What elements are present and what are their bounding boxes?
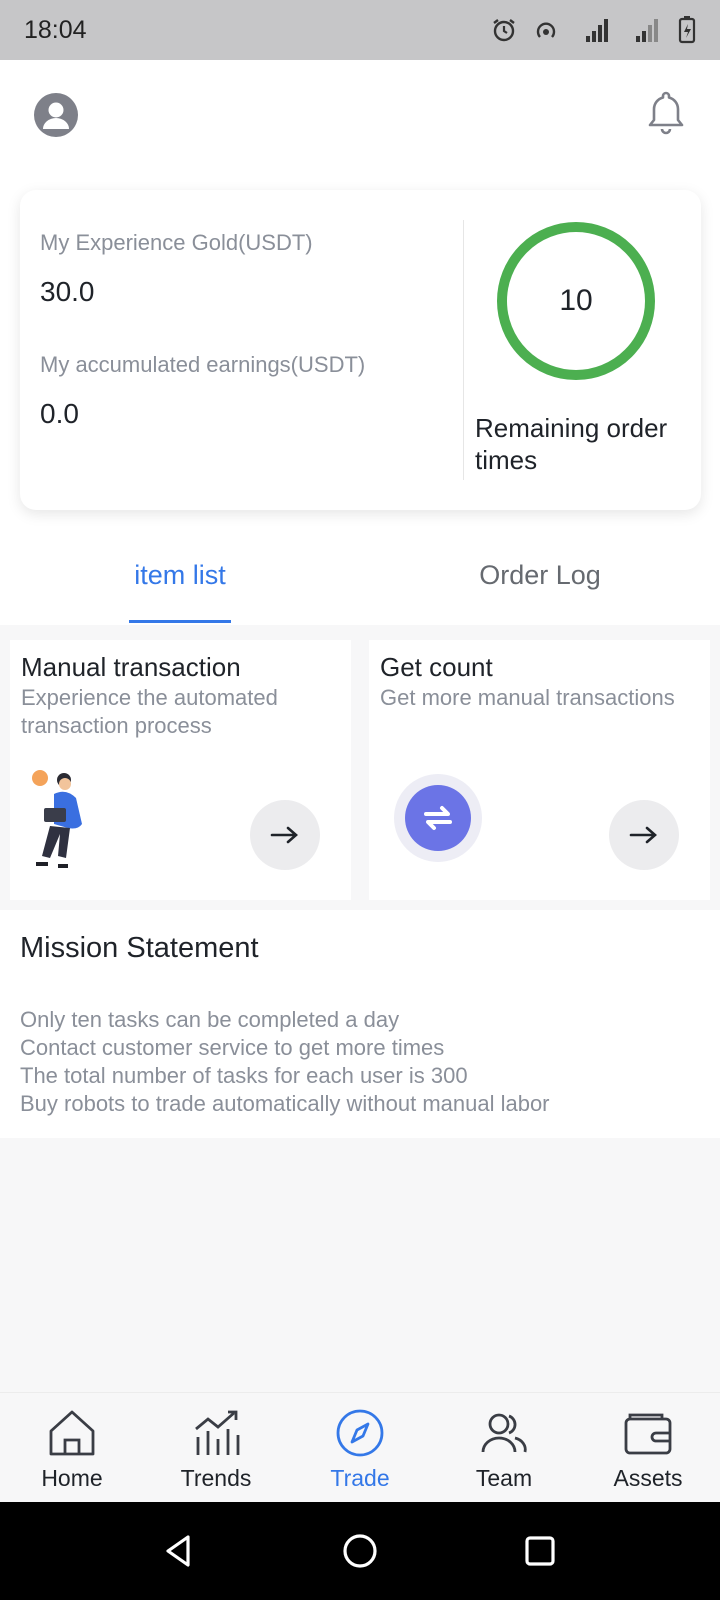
trends-icon bbox=[195, 1410, 240, 1455]
hotspot-icon bbox=[536, 22, 556, 38]
mission-line: Only ten tasks can be completed a day bbox=[20, 1007, 400, 1032]
nav-label: Trends bbox=[180, 1465, 252, 1491]
get-count-card[interactable]: Get count Get more manual transactions bbox=[369, 640, 710, 900]
mission-lines: Only ten tasks can be completed a day Co… bbox=[20, 1006, 550, 1118]
battery-icon bbox=[678, 16, 696, 44]
nav-label: Team bbox=[475, 1465, 533, 1491]
option-title: Get count bbox=[380, 652, 493, 682]
bell-icon[interactable] bbox=[644, 88, 688, 138]
swap-badge bbox=[394, 774, 482, 862]
status-time: 18:04 bbox=[24, 15, 87, 44]
nav-label: Trade bbox=[330, 1465, 390, 1491]
mission-line: The total number of tasks for each user … bbox=[20, 1063, 468, 1088]
remaining-count: 10 bbox=[559, 284, 593, 317]
header bbox=[0, 60, 720, 180]
home-button-icon[interactable] bbox=[342, 1533, 378, 1569]
mission-line: Contact customer service to get more tim… bbox=[20, 1035, 445, 1060]
nav-team[interactable]: Team bbox=[432, 1393, 576, 1503]
nav-trends[interactable]: Trends bbox=[144, 1393, 288, 1503]
compass-icon bbox=[336, 1409, 384, 1457]
wallet-icon bbox=[624, 1413, 672, 1455]
signal-4g-icon bbox=[586, 19, 608, 42]
status-icons bbox=[490, 16, 696, 44]
experience-gold-label: My Experience Gold(USDT) bbox=[40, 230, 313, 255]
manual-transaction-arrow-button[interactable] bbox=[250, 800, 320, 870]
avatar-icon[interactable] bbox=[33, 92, 79, 138]
home-icon bbox=[49, 1410, 95, 1456]
arrow-right-icon bbox=[629, 826, 657, 844]
back-icon[interactable] bbox=[160, 1533, 196, 1569]
option-desc: Experience the automated transaction pro… bbox=[21, 685, 278, 738]
accumulated-earnings-value: 0.0 bbox=[40, 398, 79, 429]
option-desc: Get more manual transactions bbox=[380, 685, 675, 710]
tab-active-indicator bbox=[129, 620, 231, 623]
mission-section: Mission Statement Only ten tasks can be … bbox=[0, 910, 720, 1138]
mission-title: Mission Statement bbox=[20, 932, 259, 964]
swap-arrows-icon bbox=[424, 806, 452, 830]
recents-icon[interactable] bbox=[522, 1533, 558, 1569]
nav-trade[interactable]: Trade bbox=[288, 1393, 432, 1503]
experience-gold-value: 30.0 bbox=[40, 276, 95, 307]
nav-label: Home bbox=[41, 1465, 103, 1491]
arrow-right-icon bbox=[270, 826, 298, 844]
mission-line: Buy robots to trade automatically withou… bbox=[20, 1091, 550, 1116]
tab-bar: item list Order Log bbox=[0, 540, 720, 624]
person-laptop-illustration bbox=[32, 770, 82, 868]
system-nav-bar bbox=[0, 1502, 720, 1600]
remaining-label: Remaining order times bbox=[475, 413, 668, 475]
nav-home[interactable]: Home bbox=[0, 1393, 144, 1503]
nav-assets[interactable]: Assets bbox=[576, 1393, 720, 1503]
tab-item-list[interactable]: item list bbox=[100, 540, 260, 624]
get-count-arrow-button[interactable] bbox=[609, 800, 679, 870]
accumulated-earnings-label: My accumulated earnings(USDT) bbox=[40, 352, 366, 377]
alarm-icon bbox=[493, 19, 515, 42]
option-title: Manual transaction bbox=[21, 652, 241, 682]
bottom-nav: Home Trends Trade Team Assets bbox=[0, 1392, 720, 1502]
card-divider bbox=[463, 220, 464, 480]
manual-transaction-card[interactable]: Manual transaction Experience the automa… bbox=[10, 640, 351, 900]
nav-label: Assets bbox=[613, 1465, 683, 1491]
stats-card: My Experience Gold(USDT) 30.0 My accumul… bbox=[20, 190, 701, 510]
status-bar: 18:04 bbox=[0, 0, 720, 60]
tab-order-log[interactable]: Order Log bbox=[440, 540, 640, 624]
team-icon bbox=[481, 1413, 527, 1453]
signal-g-icon bbox=[636, 19, 658, 42]
